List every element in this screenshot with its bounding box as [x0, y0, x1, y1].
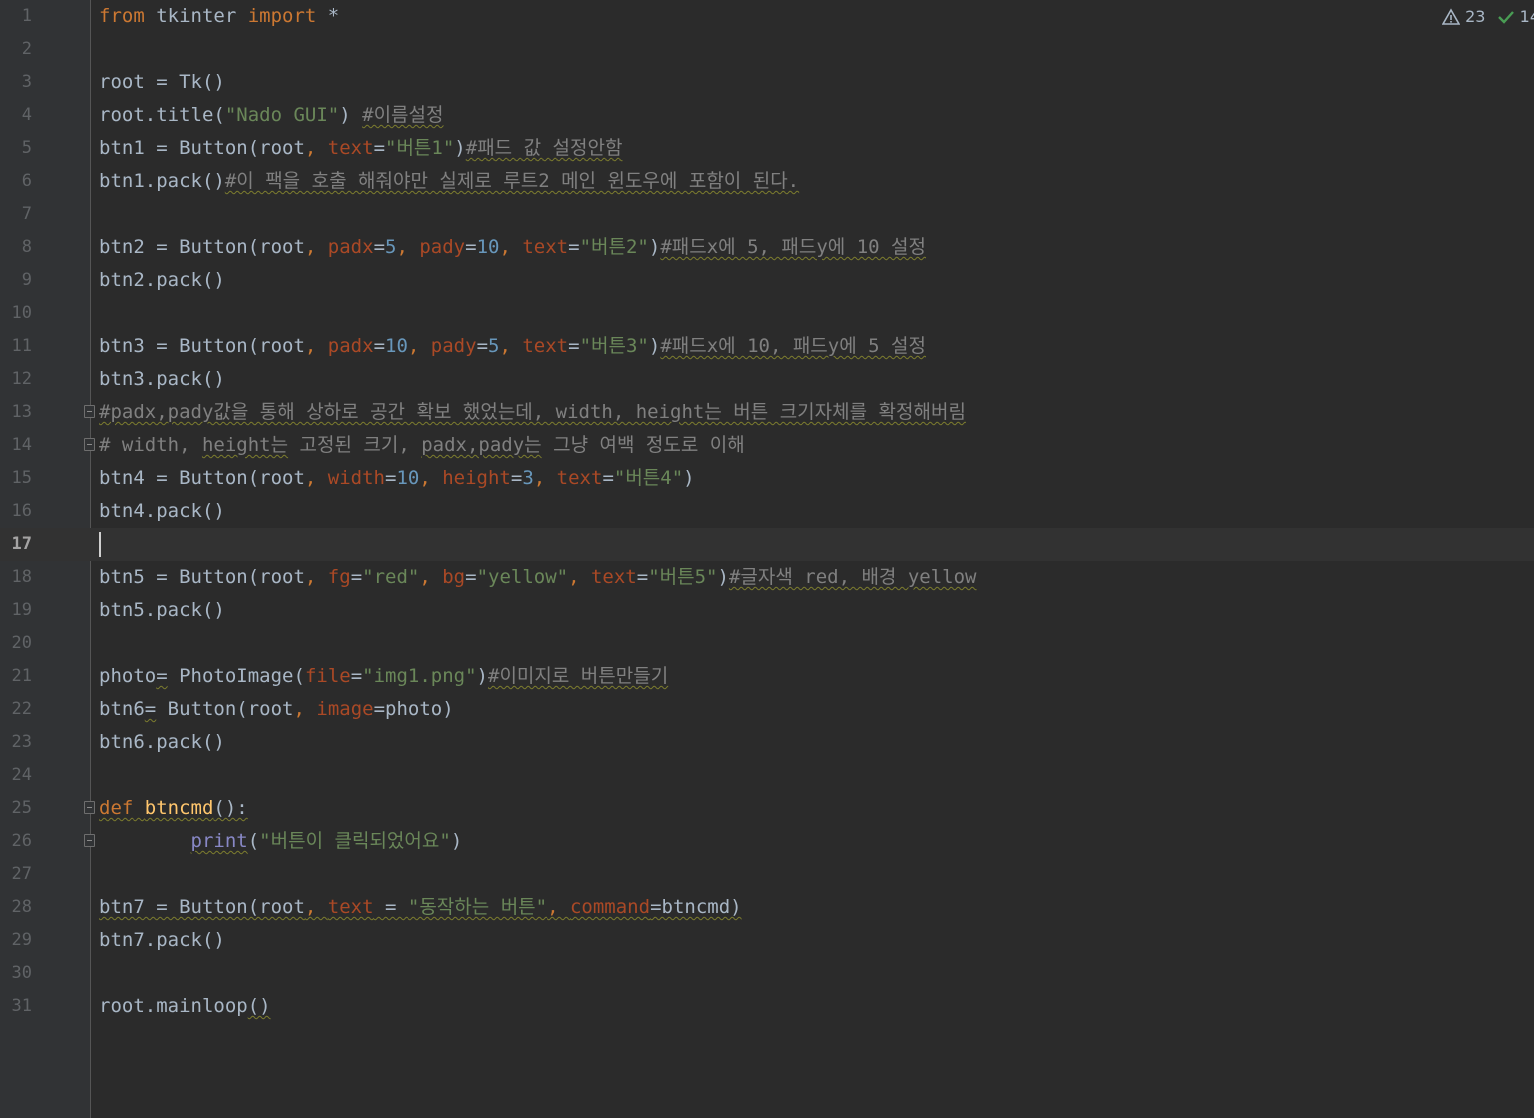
code-line: 28 btn7 = Button(root, text = "동작하는 버튼",… — [0, 891, 1534, 924]
warnings-count: 23 — [1465, 7, 1486, 26]
code-line: 15 btn4 = Button(root, width=10, height=… — [0, 462, 1534, 495]
code-text: btn2.pack() — [99, 269, 225, 291]
code-line: 16 btn4.pack() — [0, 495, 1534, 528]
line-number: 18 — [11, 567, 32, 587]
code-editor[interactable]: 1 from tkinter import * 2 3 root = Tk() … — [0, 0, 1534, 1118]
code-text: btn6= Button(root, image=photo) — [99, 698, 454, 720]
ok-count: 14 — [1519, 7, 1534, 26]
code-text: # width, height는 고정된 크기, padx,pady는 그냥 여… — [99, 434, 745, 456]
code-line: 2 — [0, 33, 1534, 66]
code-line: 21 photo= PhotoImage(file="img1.png")#이미… — [0, 660, 1534, 693]
code-text: btn4 = Button(root, width=10, height=3, … — [99, 467, 695, 489]
code-line: 6 btn1.pack()#이 팩을 호출 해줘야만 실제로 루트2 메인 윈도… — [0, 165, 1534, 198]
line-number: 24 — [11, 765, 32, 785]
line-number: 7 — [21, 204, 32, 224]
code-text: btn2 = Button(root, padx=5, pady=10, tex… — [99, 236, 926, 258]
current-code-line[interactable]: 17 — [0, 528, 1534, 561]
line-number: 6 — [21, 171, 32, 191]
code-line: 18 btn5 = Button(root, fg="red", bg="yel… — [0, 561, 1534, 594]
code-line: 25 def btncmd(): — [0, 792, 1534, 825]
line-number: 9 — [21, 270, 32, 290]
code-line: 13 #padx,pady값을 통해 상하로 공간 확보 했었는데, width… — [0, 396, 1534, 429]
line-number: 19 — [11, 600, 32, 620]
line-number: 28 — [11, 897, 32, 917]
code-line: 1 from tkinter import * — [0, 0, 1534, 33]
code-line: 27 — [0, 858, 1534, 891]
fold-marker-icon[interactable] — [84, 834, 95, 847]
code-line: 26 print("버튼이 클릭되었어요") — [0, 825, 1534, 858]
code-line: 5 btn1 = Button(root, text="버튼1")#패드 값 설… — [0, 132, 1534, 165]
code-text: photo= PhotoImage(file="img1.png")#이미지로 … — [99, 665, 669, 687]
line-number: 15 — [11, 468, 32, 488]
code-text: #padx,pady값을 통해 상하로 공간 확보 했었는데, width, h… — [99, 401, 966, 423]
line-number: 11 — [11, 336, 32, 356]
code-text: btn5 = Button(root, fg="red", bg="yellow… — [99, 566, 977, 588]
inspection-widget[interactable]: 23 14 — [1441, 6, 1534, 30]
code-line: 7 — [0, 198, 1534, 231]
code-text: btn6.pack() — [99, 731, 225, 753]
line-number: 23 — [11, 732, 32, 752]
line-number: 29 — [11, 930, 32, 950]
code-line: 11 btn3 = Button(root, padx=10, pady=5, … — [0, 330, 1534, 363]
line-number: 27 — [11, 864, 32, 884]
code-text: root.title("Nado GUI") #이름설정 — [99, 104, 444, 126]
code-line: 23 btn6.pack() — [0, 726, 1534, 759]
line-number: 22 — [11, 699, 32, 719]
line-number: 8 — [21, 237, 32, 257]
code-line: 22 btn6= Button(root, image=photo) — [0, 693, 1534, 726]
code-text: btn7.pack() — [99, 929, 225, 951]
code-line: 29 btn7.pack() — [0, 924, 1534, 957]
code-text: from tkinter import * — [99, 5, 340, 27]
code-line: 10 — [0, 297, 1534, 330]
line-number: 12 — [11, 369, 32, 389]
code-line: 8 btn2 = Button(root, padx=5, pady=10, t… — [0, 231, 1534, 264]
code-text: btn1 = Button(root, text="버튼1")#패드 값 설정안… — [99, 137, 623, 159]
line-number: 26 — [11, 831, 32, 851]
warning-icon — [1441, 7, 1461, 26]
line-number: 5 — [21, 138, 32, 158]
code-text: btn1.pack()#이 팩을 호출 해줘야만 실제로 루트2 메인 윈도우에… — [99, 170, 800, 192]
code-line: 19 btn5.pack() — [0, 594, 1534, 627]
line-number: 25 — [11, 798, 32, 818]
line-number: 31 — [11, 996, 32, 1016]
code-text: btn7 = Button(root, text = "동작하는 버튼", co… — [99, 896, 742, 918]
code-line: 9 btn2.pack() — [0, 264, 1534, 297]
line-number: 10 — [11, 303, 32, 323]
code-line: 20 — [0, 627, 1534, 660]
code-text: print("버튼이 클릭되었어요") — [190, 830, 463, 852]
line-number: 16 — [11, 501, 32, 521]
code-text: def btncmd(): — [99, 797, 248, 819]
fold-marker-icon[interactable] — [84, 405, 95, 418]
line-number: 20 — [11, 633, 32, 653]
code-text: btn5.pack() — [99, 599, 225, 621]
line-number: 21 — [11, 666, 32, 686]
code-text: btn4.pack() — [99, 500, 225, 522]
checkmark-icon — [1497, 8, 1515, 26]
code-line: 4 root.title("Nado GUI") #이름설정 — [0, 99, 1534, 132]
line-number: 1 — [21, 6, 32, 26]
code-text: btn3 = Button(root, padx=10, pady=5, tex… — [99, 335, 926, 357]
code-text: root.mainloop() — [99, 995, 271, 1017]
code-line: 30 — [0, 957, 1534, 990]
line-number: 2 — [21, 39, 32, 59]
code-text: root = Tk() — [99, 71, 225, 93]
code-line: 12 btn3.pack() — [0, 363, 1534, 396]
code-line: 31 root.mainloop() — [0, 990, 1534, 1023]
fold-marker-icon[interactable] — [84, 438, 95, 451]
line-number: 17 — [11, 534, 32, 554]
code-line: 14 # width, height는 고정된 크기, padx,pady는 그… — [0, 429, 1534, 462]
line-number: 14 — [11, 435, 32, 455]
line-number: 30 — [11, 963, 32, 983]
line-number: 4 — [21, 105, 32, 125]
code-line: 24 — [0, 759, 1534, 792]
line-number: 3 — [21, 72, 32, 92]
code-text: btn3.pack() — [99, 368, 225, 390]
line-number: 13 — [11, 402, 32, 422]
code-line: 3 root = Tk() — [0, 66, 1534, 99]
text-caret — [99, 532, 101, 557]
fold-marker-icon[interactable] — [84, 801, 95, 814]
